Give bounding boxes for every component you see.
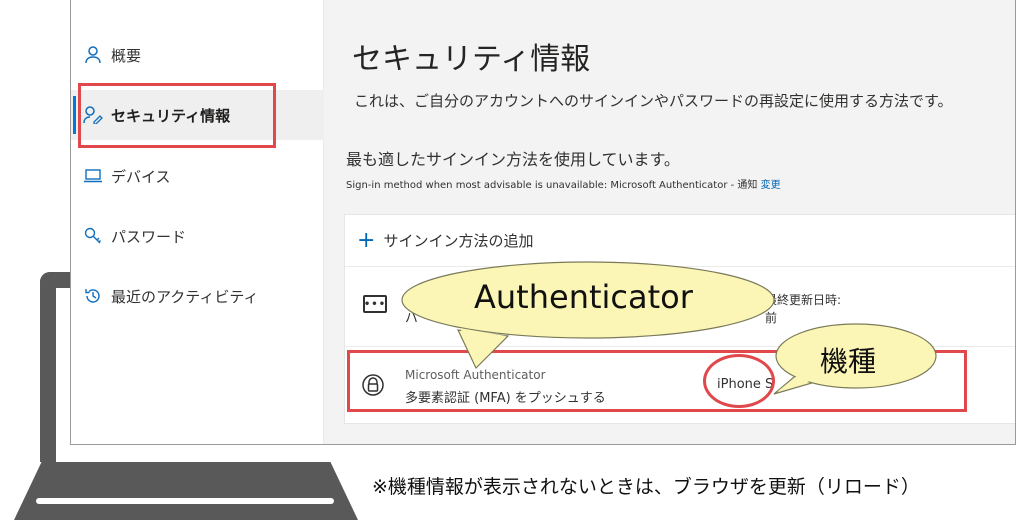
laptop-icon <box>83 166 103 186</box>
sidebar-item-label: 概要 <box>111 46 142 65</box>
callout-authenticator-label: Authenticator <box>474 278 693 316</box>
authenticator-description: 多要素認証 (MFA) をプッシュする <box>405 391 606 406</box>
add-method-label: サインイン方法の追加 <box>383 232 534 250</box>
change-default-link[interactable]: 変更 <box>761 180 781 191</box>
laptop-base-stripe <box>36 498 334 504</box>
key-icon <box>83 226 103 246</box>
sidebar-item-security-info[interactable]: セキュリティ情報 <box>71 90 324 140</box>
sidebar-item-recent-activity[interactable]: 最近のアクティビティ <box>71 271 324 321</box>
callout-device-model-label: 機種 <box>820 345 877 378</box>
history-icon <box>83 286 103 306</box>
authenticator-name: Microsoft Authenticator <box>405 368 546 382</box>
security-info-icon <box>83 105 103 125</box>
sidebar-item-label: セキュリティ情報 <box>111 106 231 125</box>
default-method-detail: Sign-in method when most advisable is un… <box>346 180 758 191</box>
sidebar-item-label: 最近のアクティビティ <box>111 287 259 306</box>
sidebar-item-overview[interactable]: 概要 <box>71 30 324 80</box>
default-method-subtext: Sign-in method when most advisable is un… <box>346 176 781 191</box>
page-description: これは、ご自分のアカウントへのサインインやパスワードの再設定に使用する方法です。 <box>354 92 953 110</box>
page-title: セキュリティ情報 <box>352 42 591 77</box>
authenticator-lock-icon <box>361 373 385 397</box>
laptop-base-illustration <box>14 462 358 520</box>
sidebar-item-label: パスワード <box>111 227 187 246</box>
reload-note: ※機種情報が表示されないときは、ブラウザを更新（リロード） <box>372 476 920 498</box>
sidebar-item-label: デバイス <box>111 167 171 186</box>
sidebar-item-password[interactable]: パスワード <box>71 211 324 261</box>
sidebar-item-devices[interactable]: デバイス <box>71 151 324 201</box>
sidebar: 概要 セキュリティ情報 デバイス パスワード 最近のアクティビティ <box>71 0 324 444</box>
person-icon <box>83 45 103 65</box>
default-method-text: 最も適したサインイン方法を使用しています。 <box>346 150 680 169</box>
plus-icon: + <box>357 227 376 253</box>
password-dots-icon: ••• <box>363 295 387 313</box>
